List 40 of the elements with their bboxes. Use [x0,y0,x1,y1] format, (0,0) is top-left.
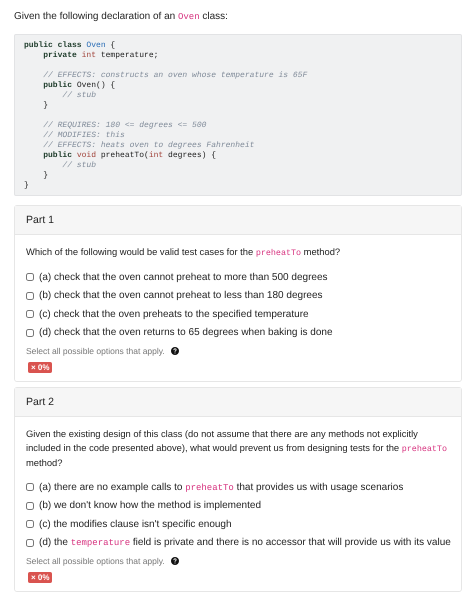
part-title: Part 1 [26,214,54,226]
option-label[interactable]: (b) we don't know how the method is implemented [39,500,262,512]
hint-text: Select all possible options that apply. [26,346,165,356]
option-checkbox[interactable] [26,538,34,547]
score-badge: × 0% [28,362,52,373]
option-label[interactable]: (a) check that the oven cannot preheat to more than 500 degrees [39,272,328,283]
option-label[interactable]: (d) the temperature field is private and there is no accessor that will provide us with its value [39,537,451,548]
code-line: // stub [61,91,98,101]
option-checkbox[interactable] [26,328,34,337]
option-checkbox[interactable] [26,273,34,282]
option-label[interactable]: (d) check that the oven returns to 65 degrees when baking is done [39,327,333,338]
code-line: // MODIFIES: this [42,131,126,141]
option-checkbox[interactable] [26,520,34,528]
code-line: public Oven() { [42,81,116,91]
code-line: // stub [61,161,98,171]
hint-text: Select all possible options that apply. [26,556,165,566]
option-label[interactable]: (a) there are no example calls to preheatTo that provides us with usage scenarios [39,482,404,493]
code-line: // EFFECTS: constructs an oven whose temperature is 65F [42,71,308,81]
code-line: public void preheatTo(int degrees) { [42,151,218,161]
code-line: private int temperature; [42,51,160,61]
option-checkbox[interactable] [26,310,34,318]
code-line: } [24,181,30,191]
code-line: public class Oven { [24,41,116,51]
question-text: Which of the following would be valid test cases for the preheatTo method? [26,245,342,260]
code-line: // EFFECTS: heats oven to degrees Fahrenheit [42,141,256,151]
option-checkbox[interactable] [26,502,34,510]
option-label[interactable]: (c) the modifies clause isn't specific enough [39,518,232,530]
help-icon[interactable] [170,347,179,355]
option-label[interactable]: (b) check that the oven cannot preheat to less than 180 degrees [39,290,323,302]
score-badge: × 0% [28,572,52,583]
code-line: } [42,171,50,181]
code-line: } [42,101,50,111]
part-title: Part 2 [26,396,54,408]
option-checkbox[interactable] [26,292,34,300]
question-text: Given the existing design of this class (do not assume that there are any methods not explicitly included in the code presented above), what would prevent us from designing tests for the preheatTo method? [26,427,448,470]
code-line: // REQUIRES: 180 <= degrees <= 500 [42,121,208,131]
help-icon[interactable] [170,557,179,565]
option-label[interactable]: (c) check that the oven preheats to the specified temperature [39,308,309,320]
intro-text: Given the following declaration of an Oven class: [14,10,229,24]
option-checkbox[interactable] [26,483,34,492]
